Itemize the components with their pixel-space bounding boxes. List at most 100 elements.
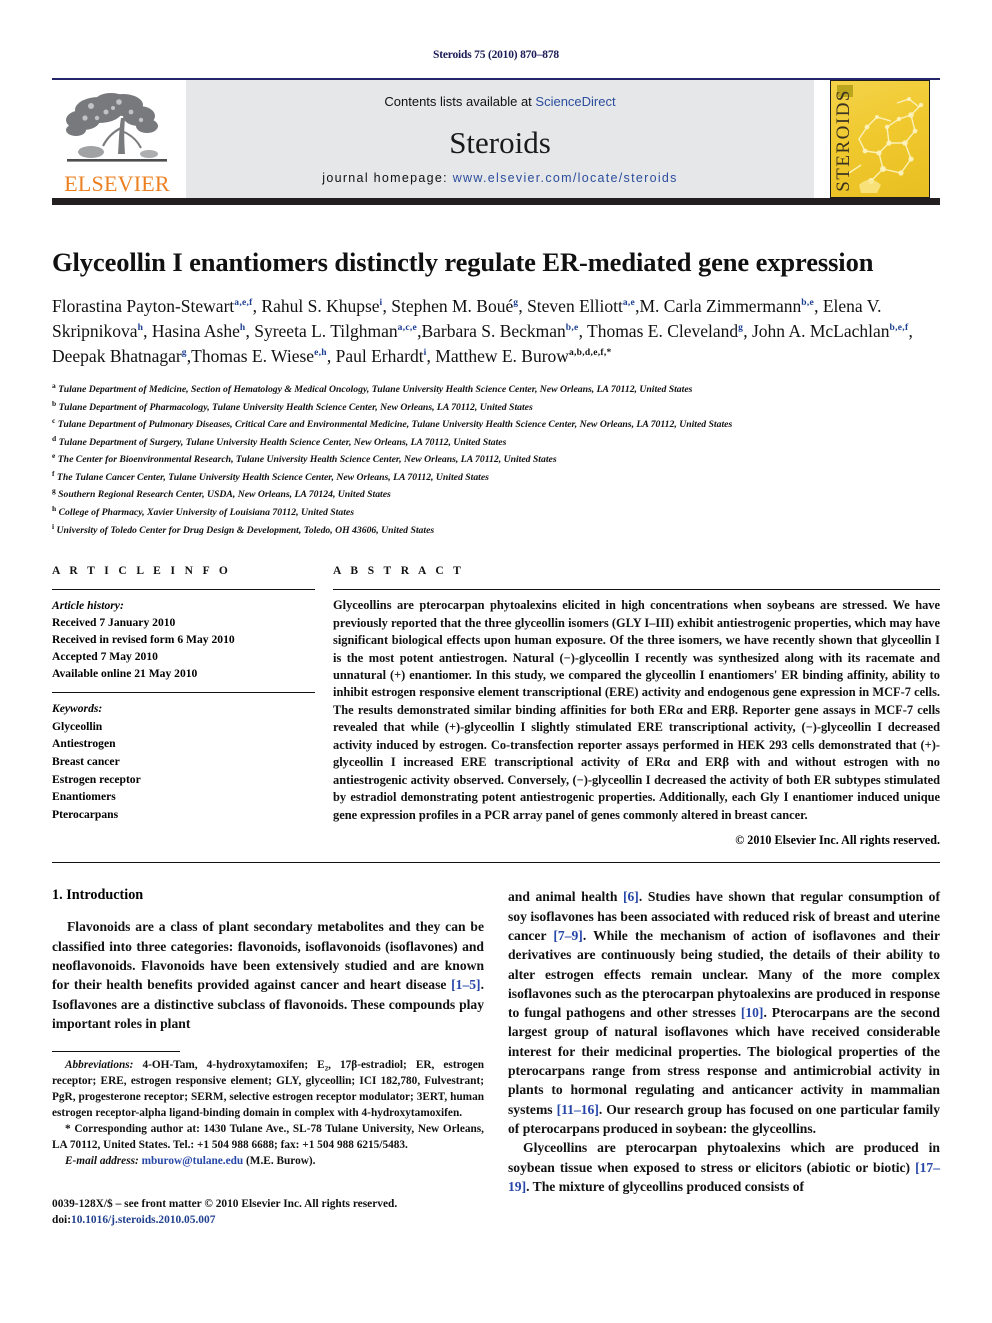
email-note: E-mail address: mburow@tulane.edu (M.E. … — [52, 1154, 484, 1170]
doi-link[interactable]: 10.1016/j.steroids.2010.05.007 — [71, 1214, 215, 1226]
email-suffix: (M.E. Burow). — [243, 1154, 316, 1167]
info-abstract-band: A R T I C L E I N F O Article history: R… — [52, 565, 940, 852]
author-affiliation-marker: b,e,f — [889, 323, 909, 334]
affiliation-marker: h — [52, 503, 57, 513]
author-name: Hasina Ashe — [151, 321, 240, 342]
intro-right2-text-b: . The mixture of glyceollins produced co… — [526, 1178, 805, 1194]
author-name: Florastina Payton-Stewart — [52, 296, 235, 317]
intro-right-text-d: . Pterocarpans are the second largest gr… — [508, 1005, 940, 1117]
author-name: Thomas E. Wiese — [191, 346, 315, 367]
affiliation-marker: f — [52, 468, 55, 478]
affiliation-item: g Southern Regional Research Center, USD… — [52, 486, 391, 501]
keyword-item: Estrogen receptor — [52, 772, 141, 786]
citation-10[interactable]: [10] — [741, 1005, 764, 1020]
journal-masthead: ELSEVIER Contents lists available at Sci… — [52, 80, 940, 198]
intro-right2-text-a: Glyceollins are pterocarpan phytoalexins… — [508, 1140, 940, 1175]
author-name: Matthew E. Burow — [435, 346, 569, 367]
affiliation-marker: a — [52, 381, 56, 390]
article-history-items: Received 7 January 2010 Received in revis… — [52, 614, 315, 682]
author-affiliation-marker: i — [379, 298, 383, 309]
journal-cover-thumbnail: STEROIDS — [820, 80, 940, 198]
footnote-rule — [52, 1051, 180, 1053]
corresponding-author-note: * Corresponding author at: 1430 Tulane A… — [52, 1122, 484, 1151]
author-affiliation-marker: b,e — [565, 323, 579, 334]
article-history-item: Accepted 7 May 2010 — [52, 650, 158, 664]
article-info-heading: A R T I C L E I N F O — [52, 565, 232, 578]
body-column-right: and animal health [6]. Studies have show… — [508, 887, 940, 1228]
author-affiliation-marker: h — [239, 323, 246, 334]
keywords-items: Glyceollin Antiestrogen Breast cancer Estro… — [52, 718, 315, 824]
author-name: Rahul S. Khupse — [261, 296, 380, 317]
abstract-copyright: © 2010 Elsevier Inc. All rights reserved… — [735, 833, 940, 848]
imprint-block: 0039-128X/$ – see front matter © 2010 El… — [52, 1196, 484, 1228]
affiliation-item: d Tulane Department of Surgery, Tulane U… — [52, 433, 507, 448]
email-link[interactable]: mburow@tulane.edu — [142, 1155, 244, 1167]
elsevier-logo: ELSEVIER — [52, 80, 182, 198]
intro-paragraph-right-1: and animal health [6]. Studies have show… — [508, 887, 940, 1138]
cover-title-text: STEROIDS — [833, 89, 854, 192]
author-name: M. Carla Zimmermann — [639, 296, 802, 317]
article-info-column: A R T I C L E I N F O Article history: R… — [52, 565, 333, 848]
abbreviations-label: Abbreviations: — [65, 1059, 134, 1072]
author-name: Barbara S. Beckman — [421, 321, 566, 342]
contents-prefix: Contents lists available at — [384, 94, 536, 109]
author-name: Syreeta L. Tilghman — [254, 321, 398, 342]
author-affiliation-marker: b,e — [801, 298, 815, 309]
abstract-column: A B S T R A C T Glyceollins are pterocar… — [333, 565, 940, 848]
affiliation-marker: c — [52, 416, 56, 426]
intro-paragraph-left: Flavonoids are a class of plant secondar… — [52, 917, 484, 1033]
affiliation-item: a Tulane Department of Medicine, Section… — [52, 381, 693, 396]
citation-11-16[interactable]: [11–16] — [557, 1102, 599, 1117]
contents-line: Contents lists available at ScienceDirec… — [384, 94, 615, 109]
body-column-left: 1. Introduction Flavonoids are a class o… — [52, 887, 484, 1228]
issn-frontmatter-line: 0039-128X/$ – see front matter © 2010 El… — [52, 1197, 398, 1210]
affiliation-item: h College of Pharmacy, Xavier University… — [52, 503, 354, 519]
sciencedirect-link[interactable]: ScienceDirect — [535, 94, 615, 109]
running-head: Steroids 75 (2010) 870–878 — [433, 49, 559, 61]
affiliation-marker: d — [52, 433, 57, 443]
citation-1-5[interactable]: [1–5] — [451, 977, 480, 992]
elsevier-tree-icon — [61, 88, 173, 172]
affiliation-list: a Tulane Department of Medicine, Section… — [52, 380, 940, 538]
masthead-center: Contents lists available at ScienceDirec… — [186, 80, 814, 198]
keyword-item: Antiestrogen — [52, 737, 116, 751]
author-name: John A. McLachlan — [751, 321, 890, 342]
author-name: Steven Elliott — [527, 296, 623, 317]
email-label: E-mail address: — [65, 1154, 139, 1167]
abstract-text: Glyceollins are pterocarpan phytoalexins… — [333, 598, 940, 822]
intro-left-text-a: Flavonoids are a class of plant secondar… — [52, 919, 484, 993]
author-affiliation-marker: a,e,f — [234, 298, 253, 309]
article-page: Steroids 75 (2010) 870–878 ELSEVIER Cont… — [52, 0, 940, 1323]
journal-title: Steroids — [449, 124, 551, 160]
article-history-item: Received in revised form 6 May 2010 — [52, 633, 235, 647]
footnotes-block: Abbreviations: 4-OH-Tam, 4-hydroxytamoxi… — [52, 1051, 484, 1169]
affiliation-item: c Tulane Department of Pulmonary Disease… — [52, 416, 733, 431]
affiliation-item: b Tulane Department of Pharmacology, Tul… — [52, 398, 533, 413]
article-history-block: Article history: Received 7 January 2010… — [52, 590, 315, 682]
affiliation-item: e The Center for Bioenvironmental Resear… — [52, 451, 557, 466]
keywords-label: Keywords: — [52, 702, 103, 716]
keywords-block: Keywords: Glyceollin Antiestrogen Breast c… — [52, 693, 315, 823]
article-history-item: Available online 21 May 2010 — [52, 667, 198, 681]
elsevier-wordmark: ELSEVIER — [64, 171, 170, 196]
keyword-item: Enantiomers — [52, 790, 116, 804]
author-list: Florastina Payton-Stewarta,e,f, Rahul S.… — [52, 296, 913, 367]
band-bottom-rule — [52, 862, 940, 864]
author-affiliation-marker: h — [137, 323, 144, 334]
citation-6[interactable]: [6] — [623, 889, 639, 904]
citation-7-9[interactable]: [7–9] — [553, 928, 582, 943]
intro-right-text-a: and animal health — [508, 889, 623, 905]
author-affiliation-marker: g — [738, 323, 744, 334]
abstract-heading: A B S T R A C T — [333, 565, 465, 578]
doi-label: doi: — [52, 1213, 71, 1226]
homepage-url-link[interactable]: www.elsevier.com/locate/steroids — [453, 171, 678, 185]
body-columns: 1. Introduction Flavonoids are a class o… — [52, 887, 940, 1228]
affiliation-marker: b — [52, 398, 57, 408]
author-name: Thomas E. Cleveland — [587, 321, 739, 342]
keyword-item: Breast cancer — [52, 755, 120, 769]
author-affiliation-marker: e,h — [314, 348, 327, 359]
affiliation-item: i University of Toledo Center for Drug D… — [52, 521, 435, 536]
author-affiliation-marker: a,c,e — [397, 323, 418, 334]
author-name: Deepak Bhatnagar — [52, 346, 182, 367]
article-history-item: Received 7 January 2010 — [52, 616, 176, 630]
